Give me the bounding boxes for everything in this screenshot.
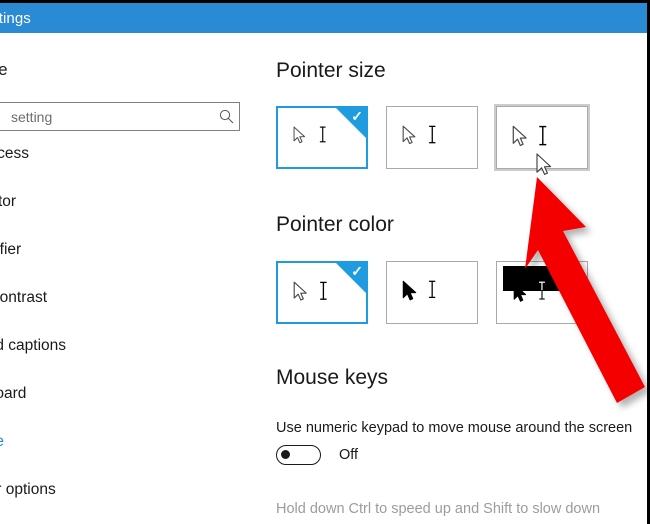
sidebar-item-0[interactable]: Access (0, 145, 29, 163)
settings-sidebar: me setting Access rrator gnifier h contrast… (0, 33, 250, 524)
search-icon (213, 109, 239, 124)
checkmark-icon: ✓ (351, 263, 363, 279)
numeric-keypad-label: Use numeric keypad to move mouse around … (276, 420, 633, 436)
sidebar-item-1[interactable]: rrator (0, 193, 16, 211)
sidebar-item-5[interactable]: yboard (0, 385, 26, 403)
pointer-arrow-icon (512, 125, 527, 147)
checkmark-icon: ✓ (351, 108, 363, 124)
sidebar-item-home[interactable]: me (0, 60, 8, 80)
text-ibeam-icon (429, 280, 436, 299)
pointer-size-small-tile[interactable]: ✓ (276, 106, 368, 169)
text-ibeam-icon (320, 281, 327, 300)
page-heading-pointer-color: Pointer color (276, 213, 394, 236)
page-heading-pointer-size: Pointer size (276, 59, 386, 82)
pointer-color-inverted-tile[interactable] (496, 261, 588, 324)
pointer-color-black-tile[interactable] (386, 261, 478, 324)
settings-window: ettings me setting Access rrator gnifier h … (0, 0, 650, 524)
inverted-preview-bar (503, 266, 563, 291)
text-ibeam-icon (319, 126, 326, 143)
sidebar-item-2[interactable]: gnifier (0, 241, 21, 259)
numeric-keypad-toggle-row[interactable]: Off (276, 445, 358, 465)
window-title-bar: ettings (0, 3, 647, 33)
pointer-arrow-icon (293, 281, 307, 301)
text-ibeam-icon (539, 125, 547, 146)
toggle-knob (281, 450, 290, 459)
hold-ctrl-label: Hold down Ctrl to speed up and Shift to … (276, 501, 601, 517)
numeric-keypad-toggle[interactable] (276, 445, 321, 465)
tile-preview (387, 107, 477, 168)
pointer-size-medium-tile[interactable] (386, 106, 478, 169)
window-title: ettings (0, 9, 31, 27)
text-ibeam-icon (429, 125, 436, 144)
sidebar-item-7[interactable]: her options (0, 481, 56, 499)
pointer-arrow-icon (402, 125, 416, 145)
page-heading-mouse-keys: Mouse keys (276, 366, 389, 389)
pointer-color-white-tile[interactable]: ✓ (276, 261, 368, 324)
search-setting-box[interactable]: setting (0, 102, 240, 131)
mouse-cursor-pointer (536, 153, 556, 184)
sidebar-item-4[interactable]: sed captions (0, 337, 66, 355)
pointer-arrow-icon (513, 283, 527, 302)
tile-preview (387, 262, 477, 323)
search-input[interactable]: setting (0, 109, 213, 125)
tile-preview (497, 262, 587, 323)
sidebar-item-3[interactable]: h contrast (0, 289, 47, 307)
settings-content-pane: Pointer size ✓ Pointer color ✓ Mouse key… (250, 33, 647, 524)
sidebar-item-6[interactable]: use (0, 433, 4, 451)
text-ibeam-icon (539, 290, 545, 300)
pointer-arrow-icon (402, 280, 417, 301)
pointer-arrow-icon (293, 126, 306, 144)
numeric-keypad-toggle-state: Off (339, 447, 359, 463)
